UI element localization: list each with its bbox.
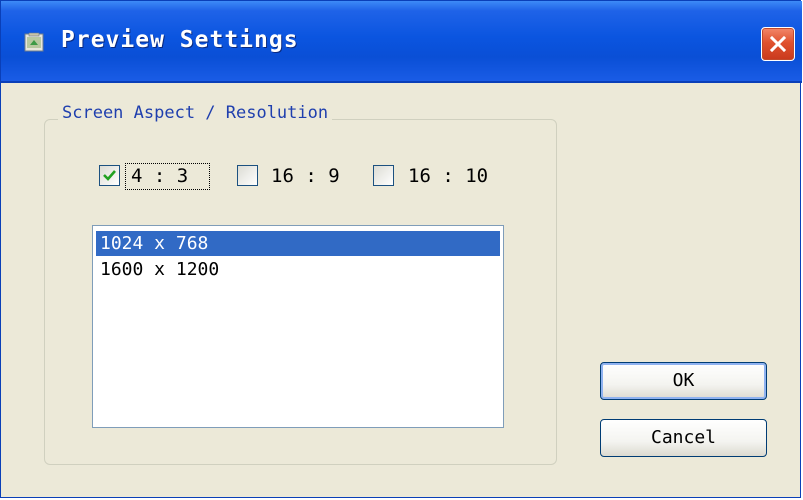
cancel-button[interactable]: Cancel [600,419,767,457]
resolution-item-1600x1200[interactable]: 1600 x 1200 [96,257,500,282]
groupbox-label: Screen Aspect / Resolution [58,103,333,123]
resolution-item-1024x768[interactable]: 1024 x 768 [96,231,500,256]
close-button[interactable] [761,27,795,61]
close-icon [769,35,787,53]
aspect-16-10-checkbox[interactable] [373,165,394,186]
preview-settings-dialog: Preview Settings Screen Aspect / Resolut… [0,0,802,498]
aspect-16-9-label[interactable]: 16 : 9 [271,165,340,187]
app-settings-icon [23,31,45,53]
checkmark-icon [103,170,116,181]
aspect-4-3-label[interactable]: 4 : 3 [131,165,188,187]
aspect-16-10-label[interactable]: 16 : 10 [408,165,488,187]
ok-button[interactable]: OK [600,362,767,400]
title-bar[interactable]: Preview Settings [1,1,802,83]
window-title: Preview Settings [61,27,299,53]
aspect-4-3-checkbox[interactable] [99,165,120,186]
resolution-listbox[interactable]: 1024 x 768 1600 x 1200 [92,225,504,428]
aspect-16-9-checkbox[interactable] [237,165,258,186]
